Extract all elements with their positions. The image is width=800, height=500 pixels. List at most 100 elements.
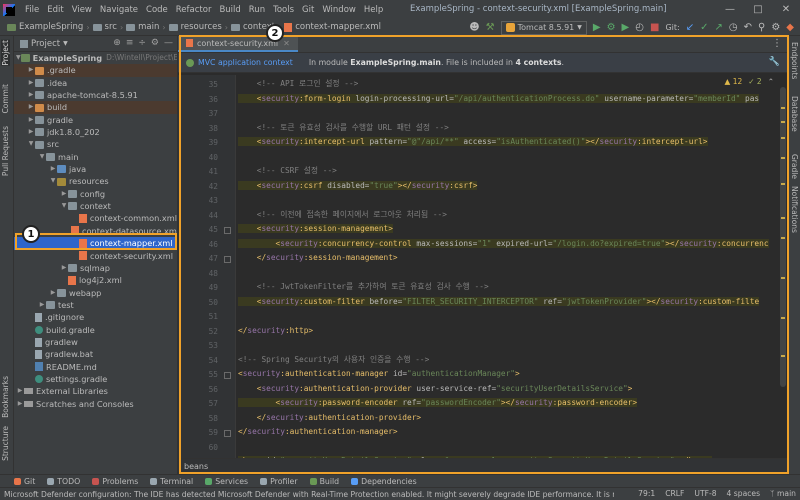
tree-node-scratches-and-consoles[interactable]: ▶ Scratches and Consoles <box>14 398 177 410</box>
tool-tab-project[interactable]: Project <box>1 40 10 66</box>
hammer-icon[interactable]: ⚒ <box>486 22 495 33</box>
chevron-right-icon[interactable]: ▶ <box>27 89 35 101</box>
history-icon[interactable]: ◷ <box>729 22 738 33</box>
tree-node-webapp[interactable]: ▶ webapp <box>14 287 177 299</box>
git-branch[interactable]: ᛉ main <box>770 489 796 498</box>
chevron-right-icon[interactable]: ▶ <box>27 101 35 113</box>
chevron-right-icon[interactable]: ▶ <box>27 77 35 89</box>
menu-refactor[interactable]: Refactor <box>172 5 216 15</box>
tool-button-git[interactable]: Git <box>14 477 35 486</box>
crumb-item[interactable]: src <box>90 22 120 32</box>
chevron-right-icon[interactable]: ▶ <box>49 163 57 175</box>
tool-tab-endpoints[interactable]: Endpoints <box>790 42 799 79</box>
tree-node-gitignore[interactable]: .gitignore <box>14 311 177 323</box>
maximize-icon[interactable]: □ <box>744 0 772 19</box>
tool-tab-database[interactable]: Database <box>790 96 799 132</box>
menu-edit[interactable]: Edit <box>43 5 67 15</box>
chevron-right-icon[interactable]: ▶ <box>60 262 68 274</box>
tree-node-gradle[interactable]: ▶ gradle <box>14 114 177 126</box>
menu-file[interactable]: File <box>21 5 43 15</box>
tree-node-java[interactable]: ▶ java <box>14 163 177 175</box>
line-separator[interactable]: CRLF <box>665 489 684 498</box>
crumb-item[interactable]: main <box>123 22 162 32</box>
tree-node-log4j2-xml[interactable]: log4j2.xml <box>14 274 177 286</box>
tree-node-src[interactable]: ▼ src <box>14 138 177 150</box>
tree-node-examplespring[interactable]: ▼ ExampleSpringD:\Wintell\Project\Example… <box>14 52 177 64</box>
hide-icon[interactable]: — <box>164 38 173 48</box>
tool-button-build[interactable]: Build <box>309 477 339 486</box>
minimize-icon[interactable]: — <box>716 0 744 19</box>
git-update-icon[interactable]: ↙ <box>686 22 694 33</box>
rollback-icon[interactable]: ↶ <box>744 22 752 33</box>
tool-tab-pull-requests[interactable]: Pull Requests <box>1 126 10 176</box>
menu-window[interactable]: Window <box>318 5 360 15</box>
stop-icon[interactable]: ■ <box>650 22 659 33</box>
chevron-down-icon[interactable]: ▼ <box>16 52 21 64</box>
crumb-item[interactable]: ExampleSpring <box>4 22 86 32</box>
indent-setting[interactable]: 4 spaces <box>727 489 760 498</box>
chevron-down-icon[interactable]: ▼ <box>27 138 35 150</box>
menu-navigate[interactable]: Navigate <box>96 5 142 15</box>
run-icon[interactable]: ▶ <box>593 22 601 33</box>
status-message[interactable]: Microsoft Defender configuration: The ID… <box>4 489 614 500</box>
expand-icon[interactable]: ÷ <box>138 38 146 48</box>
tool-tab-structure[interactable]: Structure <box>1 426 10 461</box>
run-config-selector[interactable]: Tomcat 8.5.91 ▼ <box>500 20 587 35</box>
tool-tab-gradle[interactable]: Gradle <box>790 154 799 179</box>
tree-node-apache-tomcat-8-5-91[interactable]: ▶ apache-tomcat-8.5.91 <box>14 89 177 101</box>
menu-run[interactable]: Run <box>245 5 269 15</box>
profiler-icon[interactable]: ◴ <box>635 22 644 33</box>
tool-tab-bookmarks[interactable]: Bookmarks <box>1 376 10 418</box>
user-icon[interactable]: ☻ <box>469 22 479 33</box>
menu-tools[interactable]: Tools <box>269 5 298 15</box>
settings-icon[interactable]: ⚙ <box>771 22 780 33</box>
chevron-down-icon[interactable]: ▼ <box>49 175 57 187</box>
chevron-right-icon[interactable]: ▶ <box>27 114 35 126</box>
tree-node-context[interactable]: ▼ context <box>14 200 177 212</box>
tree-node-build[interactable]: ▶ build <box>14 101 177 114</box>
tree-node-test[interactable]: ▶ test <box>14 299 177 311</box>
caret-position[interactable]: 79:1 <box>638 489 655 498</box>
coverage-icon[interactable]: ▶ <box>622 22 630 33</box>
search-everywhere-icon[interactable]: ⚲ <box>758 22 765 33</box>
crumb-item[interactable]: resources <box>166 22 225 32</box>
menu-git[interactable]: Git <box>298 5 318 15</box>
tree-node-sqlmap[interactable]: ▶ sqlmap <box>14 262 177 274</box>
chevron-right-icon[interactable]: ▶ <box>38 299 46 311</box>
locate-icon[interactable]: ⊕ <box>113 38 121 48</box>
tool-button-todo[interactable]: TODO <box>47 477 80 486</box>
tool-button-profiler[interactable]: Profiler <box>260 477 298 486</box>
tree-node-resources[interactable]: ▼ resources <box>14 175 177 187</box>
tool-tab-notifications[interactable]: Notifications <box>790 186 799 233</box>
debug-icon[interactable]: ⚙ <box>607 22 616 33</box>
chevron-down-icon[interactable]: ▼ <box>60 200 68 212</box>
menu-code[interactable]: Code <box>142 5 172 15</box>
close-icon[interactable]: ✕ <box>772 0 800 19</box>
chevron-down-icon[interactable]: ▼ <box>38 151 46 163</box>
tree-node-gradlew[interactable]: gradlew <box>14 336 177 348</box>
chevron-right-icon[interactable]: ▶ <box>27 64 35 76</box>
tool-button-dependencies[interactable]: Dependencies <box>351 477 417 486</box>
tree-node-gradlew-bat[interactable]: gradlew.bat <box>14 348 177 360</box>
tree-node-gradle[interactable]: ▶ .gradle <box>14 64 177 77</box>
tool-button-terminal[interactable]: Terminal <box>150 477 193 486</box>
chevron-right-icon[interactable]: ▶ <box>27 126 35 138</box>
chevron-right-icon[interactable]: ▶ <box>49 287 57 299</box>
tree-node-jdk1-8-0-202[interactable]: ▶ jdk1.8.0_202 <box>14 126 177 138</box>
tree-node-settings-gradle[interactable]: settings.gradle <box>14 373 177 385</box>
tool-button-services[interactable]: Services <box>205 477 248 486</box>
menu-build[interactable]: Build <box>215 5 244 15</box>
tree-node-build-gradle[interactable]: build.gradle <box>14 324 177 336</box>
jetbrains-icon[interactable]: ◆ <box>786 22 794 33</box>
tree-node-context-common-xml[interactable]: context-common.xml <box>14 212 177 224</box>
tree-node-external-libraries[interactable]: ▶ External Libraries <box>14 385 177 397</box>
tree-node-context-security-xml[interactable]: context-security.xml <box>14 250 177 262</box>
chevron-right-icon[interactable]: ▶ <box>16 385 24 397</box>
git-push-icon[interactable]: ↗ <box>714 22 722 33</box>
tree-node-readme-md[interactable]: README.md <box>14 361 177 373</box>
collapse-icon[interactable]: ≡ <box>126 38 134 48</box>
tool-button-problems[interactable]: Problems <box>92 477 138 486</box>
gear-icon[interactable]: ⚙ <box>151 38 159 48</box>
chevron-right-icon[interactable]: ▶ <box>16 398 24 410</box>
file-encoding[interactable]: UTF-8 <box>694 489 716 498</box>
